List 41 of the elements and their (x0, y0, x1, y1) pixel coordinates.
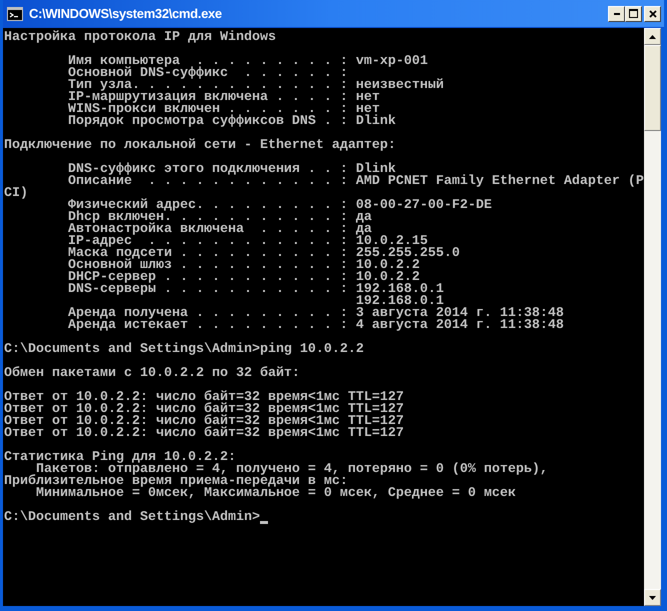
close-button[interactable] (644, 6, 661, 22)
console-line: C:\Documents and Settings\Admin> (4, 512, 260, 524)
console-line: Приблизительное время приема-передачи в мс: (4, 476, 348, 488)
vertical-scrollbar[interactable] (644, 28, 661, 606)
console-line: Тип узла. . . . . . . . . . . . . : неизвестный (66, 80, 444, 92)
console-line: Статистика Ping для 10.0.2.2: (4, 452, 236, 464)
console-line: IP-маршрутизация включена . . . . : нет (66, 92, 380, 104)
scroll-down-button[interactable] (644, 589, 661, 606)
console-line: Подключение по локальной сети - Ethernet адаптер: (4, 140, 396, 152)
console-icon (7, 6, 23, 20)
console-line: 192.168.0.1 (354, 296, 444, 308)
console-line: Аренда истекает . . . . . . . . . : 4 августа 2014 г. 11:38:48 (66, 320, 564, 332)
text-cursor (260, 521, 268, 524)
console-line: Настройка протокола IP для Windows (4, 32, 276, 44)
console-line: Маска подсети . . . . . . . . . . : 255.255.255.0 (66, 248, 460, 260)
window-title: C:\WINDOWS\system32\cmd.exe (29, 4, 223, 23)
close-icon (648, 10, 656, 18)
console-line: DNS-серверы . . . . . . . . . . . : 192.168.0.1 (66, 284, 444, 296)
minimize-icon (614, 12, 620, 14)
scroll-up-button[interactable] (644, 28, 661, 45)
console-line: Автонастройка включена . . . . . : да (66, 224, 372, 236)
console-line: Обмен пакетами с 10.0.2.2 по 32 байт: (4, 368, 300, 380)
console-line: Основной DNS-суффикс . . . . . . : (66, 68, 348, 80)
scroll-thumb[interactable] (644, 45, 661, 131)
up-arrow-icon (649, 34, 656, 38)
console-line: Пакетов: отправлено = 4, получено = 4, потеряно = 0 (0% потерь), (36, 464, 548, 476)
down-arrow-icon (649, 596, 656, 600)
console-line: Описание . . . . . . . . . . . . : AMD PCNET Family Ethernet Adapter (P (66, 176, 644, 188)
console-line: Минимальное = 0мсек, Максимальное = 0 мсек, Среднее = 0 мсек (36, 488, 516, 500)
console-line: Ответ от 10.0.2.2: число байт=32 время<1мс TTL=127 (4, 428, 404, 440)
console-line: Порядок просмотра суффиксов DNS . : Dlink (66, 116, 396, 128)
console-line: CI) (4, 188, 28, 200)
maximize-icon (629, 9, 638, 18)
minimize-button[interactable] (608, 6, 625, 22)
console-line: IP-адрес . . . . . . . . . . . . : 10.0.2.15 (66, 236, 428, 248)
console-line: DNS-суффикс этого подключения . . : Dlink (66, 164, 396, 176)
console-line: Аренда получена . . . . . . . . . : 3 августа 2014 г. 11:38:48 (66, 308, 564, 320)
console-line: DHCP-сервер . . . . . . . . . . . : 10.0.2.2 (66, 272, 420, 284)
maximize-button[interactable] (625, 6, 642, 22)
console-line: C:\Documents and Settings\Admin>ping 10.0.2.2 (4, 344, 364, 356)
console-line: Основной шлюз . . . . . . . . . . : 10.0.2.2 (66, 260, 420, 272)
